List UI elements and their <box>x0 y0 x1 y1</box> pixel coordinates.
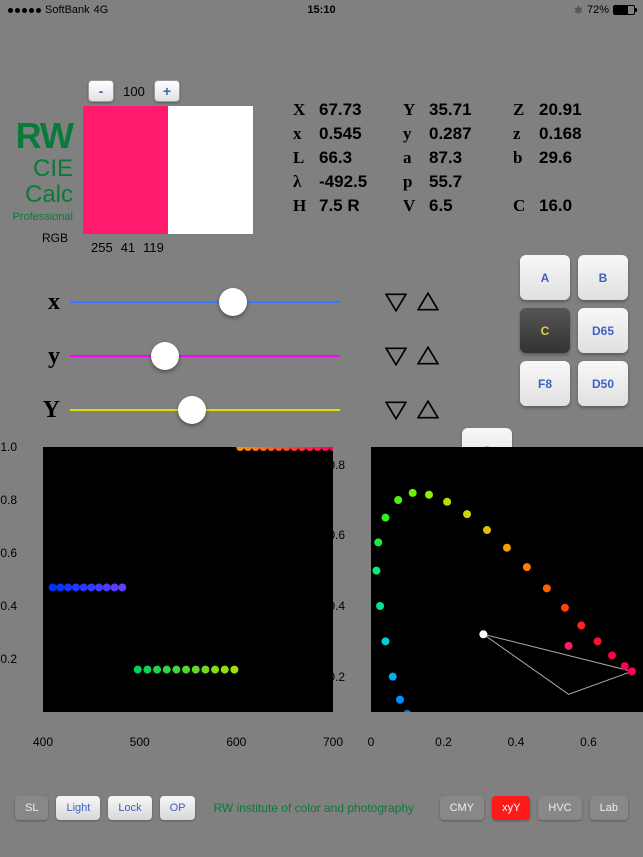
carrier-label: SoftBank <box>45 4 90 16</box>
rgb-g: 41 <box>121 240 135 255</box>
a-value: 87.3 <box>429 148 462 168</box>
H-value: 7.5 R <box>319 196 360 216</box>
chromaticity-chart <box>371 447 643 712</box>
stepper-value: 100 <box>116 84 152 99</box>
illuminant-D50-button[interactable]: D50 <box>578 361 628 406</box>
y-value: 0.287 <box>429 124 472 144</box>
x-value: 0.545 <box>319 124 362 144</box>
network-label: 4G <box>94 4 109 16</box>
color-swatch <box>83 106 253 234</box>
Lock-button[interactable]: Lock <box>108 796 151 820</box>
spectral-chart <box>43 447 333 712</box>
a-label: a <box>403 148 423 168</box>
Lab-button[interactable]: Lab <box>590 796 628 820</box>
status-bar: SoftBank 4G 15:10 ✱ 72% <box>0 0 643 20</box>
X-value: 67.73 <box>319 100 362 120</box>
illuminant-C-button[interactable]: C <box>520 308 570 353</box>
Light-button[interactable]: Light <box>56 796 100 820</box>
C-label: C <box>513 196 533 216</box>
z-value: 0.168 <box>539 124 582 144</box>
X-label: X <box>293 100 313 120</box>
z-label: z <box>513 124 533 144</box>
bottom-toolbar: SL Light Lock OP RW institute of color a… <box>0 793 643 823</box>
illuminant-F8-button[interactable]: F8 <box>520 361 570 406</box>
illuminant-D65-button[interactable]: D65 <box>578 308 628 353</box>
Z-label: Z <box>513 100 533 120</box>
OP-button[interactable]: OP <box>160 796 196 820</box>
app-subtitle: Professional <box>10 211 73 223</box>
SL-button[interactable]: SL <box>15 796 48 820</box>
Ybig-value: 35.71 <box>429 100 472 120</box>
b-lab-value: 29.6 <box>539 148 572 168</box>
stepper-plus-button[interactable]: + <box>154 80 180 102</box>
illuminant-A-button[interactable]: A <box>520 255 570 300</box>
p-value: 55.7 <box>429 172 462 192</box>
slider-Y-down-button[interactable] <box>385 400 407 420</box>
V-label: V <box>403 196 423 216</box>
Ybig-label: Y <box>403 100 423 120</box>
xyY-button[interactable]: xyY <box>492 796 530 820</box>
slider-x-up-button[interactable] <box>417 292 439 312</box>
battery-percent: 72% <box>587 4 609 16</box>
bluetooth-icon: ✱ <box>574 4 583 17</box>
rgb-values: 255 41 119 <box>83 240 253 255</box>
slider-x-track[interactable] <box>70 301 340 303</box>
app-title-calc: Calc <box>10 181 73 209</box>
slider-Y-label: Y <box>35 397 60 424</box>
slider-Y-track[interactable] <box>70 409 340 411</box>
slider-x-thumb[interactable] <box>219 288 247 316</box>
L-label: L <box>293 148 313 168</box>
clock: 15:10 <box>307 4 335 16</box>
y-label: y <box>403 124 423 144</box>
slider-y-track[interactable] <box>70 355 340 357</box>
slider-y-down-button[interactable] <box>385 346 407 366</box>
swatch-left <box>83 106 168 234</box>
swatch-right <box>168 106 253 234</box>
app-branding: RW CIE Calc Professional RGB <box>10 80 73 245</box>
lambda-value: -492.5 <box>319 172 367 192</box>
slider-y-up-button[interactable] <box>417 346 439 366</box>
x-label: x <box>293 124 313 144</box>
slider-Y-thumb[interactable] <box>178 396 206 424</box>
CMY-button[interactable]: CMY <box>440 796 484 820</box>
HVC-button[interactable]: HVC <box>538 796 581 820</box>
b-lab-label: b <box>513 148 533 168</box>
rgb-b: 119 <box>143 240 164 255</box>
H-label: H <box>293 196 313 216</box>
illuminant-B-button[interactable]: B <box>578 255 628 300</box>
app-title-rw: RW <box>10 115 73 157</box>
slider-y-thumb[interactable] <box>151 342 179 370</box>
color-values-grid: X 67.73 Y 35.71 Z 20.91 x 0.545 y 0.287 z 0.16… <box>263 80 623 220</box>
L-value: 66.3 <box>319 148 352 168</box>
rgb-r: 255 <box>91 240 113 255</box>
slider-Y-up-button[interactable] <box>417 400 439 420</box>
signal-dots-icon <box>8 8 41 13</box>
stepper-minus-button[interactable]: - <box>88 80 114 102</box>
app-title-cie: CIE <box>10 155 73 183</box>
footer-text: RW institute of color and photography <box>213 801 414 815</box>
slider-x-label: x <box>35 289 60 316</box>
C-value: 16.0 <box>539 196 572 216</box>
slider-y-label: y <box>35 343 60 370</box>
battery-icon <box>613 5 635 15</box>
luminance-stepper: - 100 + <box>88 80 253 102</box>
V-value: 6.5 <box>429 196 453 216</box>
p-label: p <box>403 172 423 192</box>
rgb-label: RGB <box>10 231 73 245</box>
Z-value: 20.91 <box>539 100 582 120</box>
slider-x-down-button[interactable] <box>385 292 407 312</box>
lambda-label: λ <box>293 172 313 192</box>
